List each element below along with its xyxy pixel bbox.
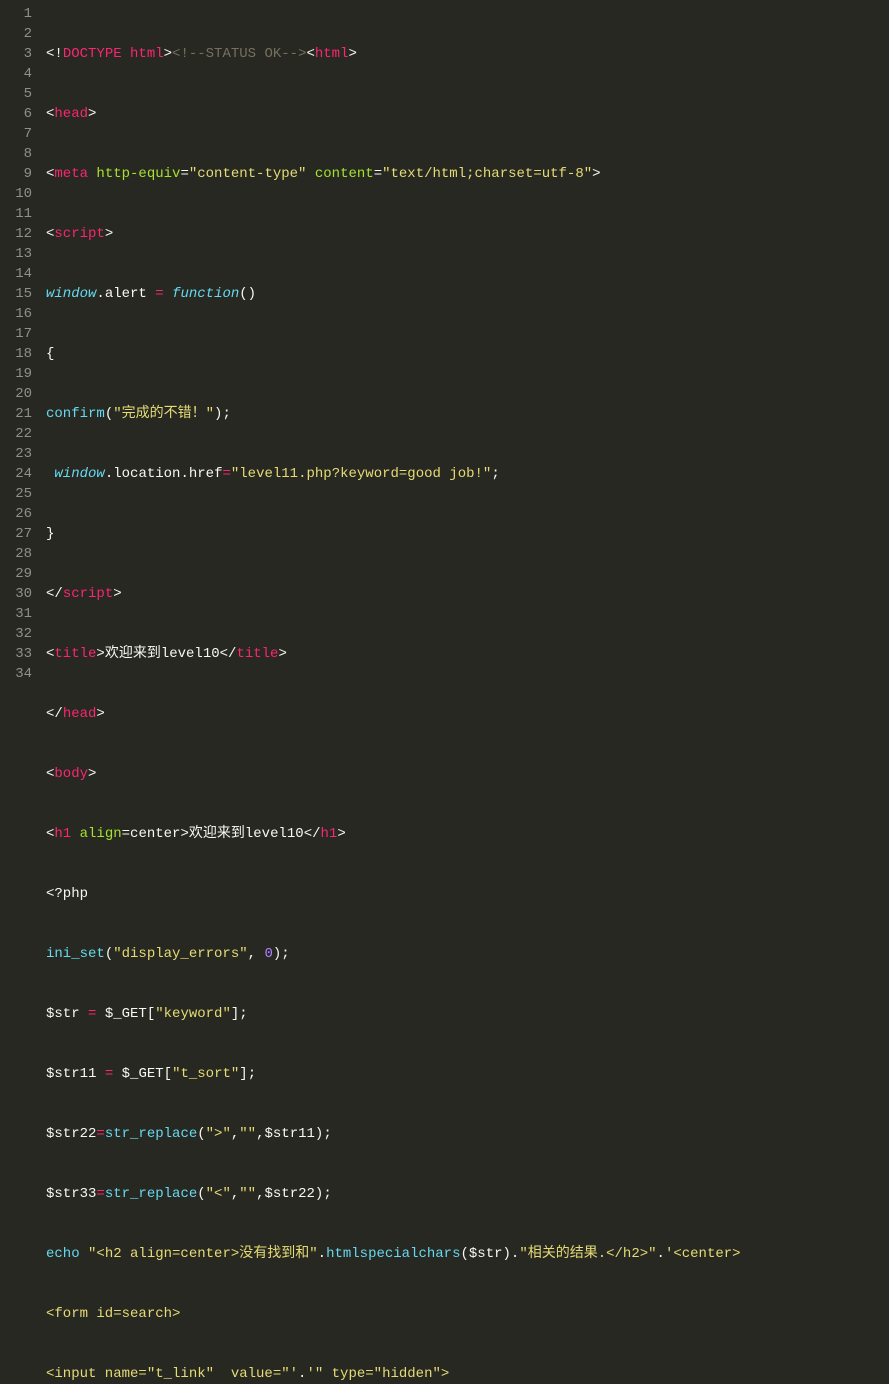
line-number: 11 [0,204,32,224]
code-line[interactable]: <?php [46,884,889,904]
line-number-gutter: 1 2 3 4 5 6 7 8 9 10 11 12 13 14 15 16 1… [0,4,46,692]
line-number: 16 [0,304,32,324]
code-area[interactable]: <!DOCTYPE html><!--STATUS OK--><html> <h… [46,4,889,692]
code-line[interactable]: $str22=str_replace(">","",$str11); [46,1124,889,1144]
code-line[interactable]: <form id=search> [46,1304,889,1324]
line-number: 31 [0,604,32,624]
line-number: 24 [0,464,32,484]
code-line[interactable]: window.location.href="level11.php?keywor… [46,464,889,484]
code-line[interactable]: </script> [46,584,889,604]
code-line[interactable]: } [46,524,889,544]
code-line[interactable]: <body> [46,764,889,784]
line-number: 12 [0,224,32,244]
line-number: 30 [0,584,32,604]
code-line[interactable]: <input name="t_link" value="'.'" type="h… [46,1364,889,1384]
line-number: 5 [0,84,32,104]
line-number: 9 [0,164,32,184]
code-line[interactable]: echo "<h2 align=center>没有找到和".htmlspecia… [46,1244,889,1264]
line-number: 3 [0,44,32,64]
code-line[interactable]: $str = $_GET["keyword"]; [46,1004,889,1024]
line-number: 1 [0,4,32,24]
code-line[interactable]: <title>欢迎来到level10</title> [46,644,889,664]
code-line[interactable]: <h1 align=center>欢迎来到level10</h1> [46,824,889,844]
line-number: 33 [0,644,32,664]
code-line[interactable]: <head> [46,104,889,124]
line-number: 13 [0,244,32,264]
line-number: 32 [0,624,32,644]
line-number: 22 [0,424,32,444]
line-number: 29 [0,564,32,584]
code-line[interactable]: <meta http-equiv="content-type" content=… [46,164,889,184]
code-line[interactable]: confirm("完成的不错！"); [46,404,889,424]
code-line[interactable]: $str33=str_replace("<","",$str22); [46,1184,889,1204]
line-number: 26 [0,504,32,524]
line-number: 27 [0,524,32,544]
line-number: 21 [0,404,32,424]
line-number: 14 [0,264,32,284]
line-number: 34 [0,664,32,684]
line-number: 20 [0,384,32,404]
line-number: 7 [0,124,32,144]
code-line[interactable]: </head> [46,704,889,724]
code-editor[interactable]: 1 2 3 4 5 6 7 8 9 10 11 12 13 14 15 16 1… [0,0,889,692]
line-number: 15 [0,284,32,304]
line-number: 10 [0,184,32,204]
code-line[interactable]: window.alert = function() [46,284,889,304]
line-number: 2 [0,24,32,44]
code-line[interactable]: { [46,344,889,364]
code-line[interactable]: ini_set("display_errors", 0); [46,944,889,964]
code-line[interactable]: $str11 = $_GET["t_sort"]; [46,1064,889,1084]
line-number: 4 [0,64,32,84]
line-number: 17 [0,324,32,344]
line-number: 6 [0,104,32,124]
line-number: 23 [0,444,32,464]
line-number: 18 [0,344,32,364]
line-number: 25 [0,484,32,504]
line-number: 19 [0,364,32,384]
code-line[interactable]: <!DOCTYPE html><!--STATUS OK--><html> [46,44,889,64]
line-number: 28 [0,544,32,564]
line-number: 8 [0,144,32,164]
code-line[interactable]: <script> [46,224,889,244]
